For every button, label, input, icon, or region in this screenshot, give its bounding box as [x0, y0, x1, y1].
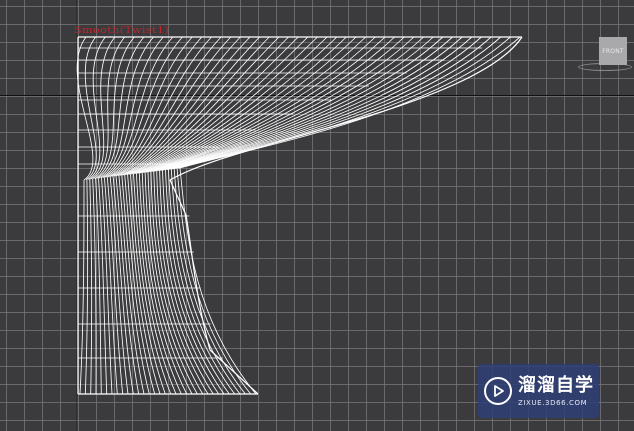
- mesh-edge: [179, 167, 257, 395]
- viewcube[interactable]: FRONT: [578, 34, 632, 78]
- play-icon: [484, 377, 512, 405]
- mesh-edge: [147, 36, 376, 173]
- watermark-title: 溜溜自学: [518, 374, 594, 396]
- mesh-edge: [103, 177, 118, 395]
- viewcube-front-face[interactable]: FRONT: [599, 37, 627, 65]
- mesh-edge: [92, 178, 97, 395]
- mesh-edge: [90, 36, 116, 180]
- mesh-edge: [96, 36, 145, 179]
- mesh-edge: [84, 36, 97, 181]
- mesh-edge: [176, 168, 252, 395]
- front-viewport[interactable]: Smooth(Twist1) FRONT 溜溜自学 ZIXUE.3D66.COM: [0, 0, 634, 431]
- mesh-edge: [170, 169, 241, 395]
- mesh-edge: [169, 36, 473, 170]
- selected-object-label: Smooth(Twist1): [74, 25, 170, 36]
- mesh-edge: [92, 36, 125, 180]
- mesh-edge: [79, 179, 85, 395]
- mesh-edge: [89, 179, 93, 395]
- mesh-edge: [159, 170, 220, 395]
- watermark-badge: 溜溜自学 ZIXUE.3D66.COM: [478, 364, 599, 418]
- mesh-edge: [76, 36, 94, 181]
- mesh-edge: [145, 36, 366, 173]
- mesh-edge: [158, 36, 424, 172]
- watermark-subtitle: ZIXUE.3D66.COM: [518, 398, 588, 407]
- mesh-edge: [167, 36, 463, 171]
- mesh-edge: [84, 179, 89, 395]
